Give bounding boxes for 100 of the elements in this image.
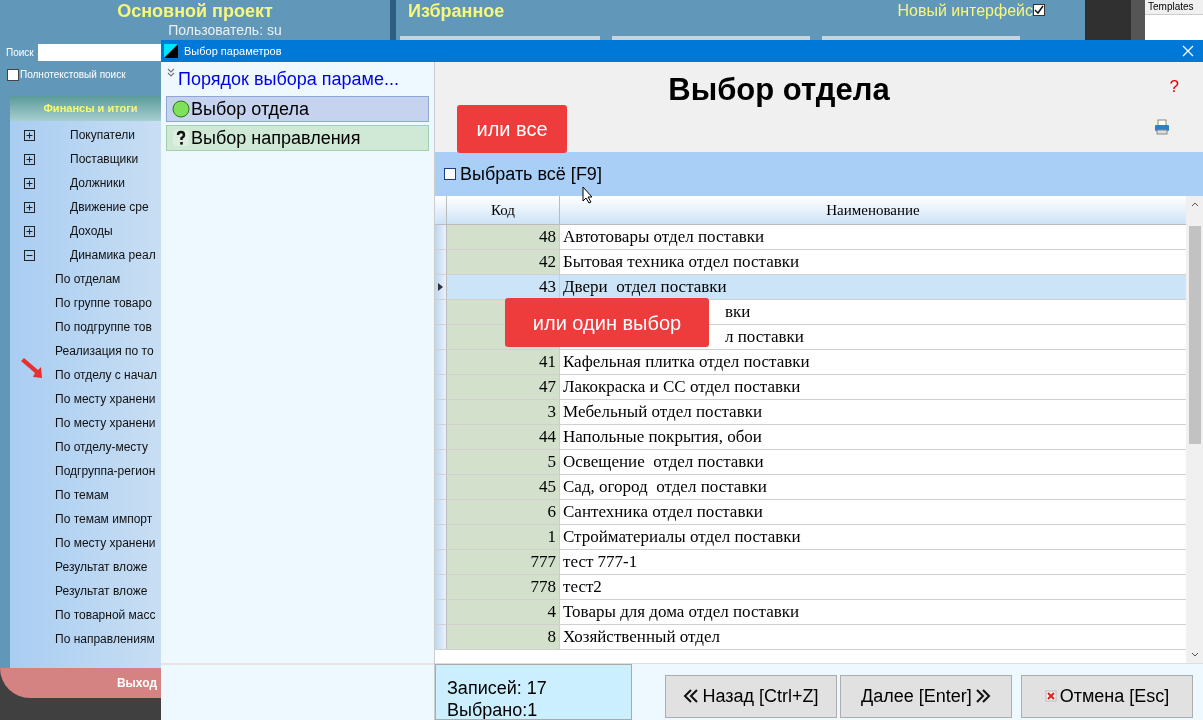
select-all-checkbox[interactable]	[444, 168, 456, 180]
name-cell-text: Бытовая техника отдел поставки	[563, 251, 800, 274]
tree-item[interactable]: Доходы	[70, 222, 113, 240]
arrow-icon	[21, 358, 43, 380]
table-row[interactable]: 1 Стройматериалы отдел поставки	[435, 525, 1186, 550]
tree-item[interactable]: По направлениям	[55, 630, 155, 648]
name-cell-text: Сантехника отдел поставки	[563, 501, 763, 524]
tree-item[interactable]: Результат вложе	[55, 558, 148, 576]
table-row[interactable]: 48 Автотовары отдел поставки	[435, 225, 1186, 250]
back-button[interactable]: Назад [Ctrl+Z]	[665, 674, 837, 718]
circle-icon	[172, 100, 190, 118]
table-row[interactable]: 3 Мебельный отдел поставки	[435, 400, 1186, 425]
tree-item[interactable]: По отделу с начал	[55, 366, 158, 384]
expand-icon[interactable]	[24, 153, 35, 165]
expand-icon[interactable]	[24, 177, 35, 189]
expand-icon[interactable]	[24, 225, 35, 237]
code-cell: 48	[447, 225, 560, 249]
project-title: Основной проект	[117, 1, 273, 22]
dialog-title: Выбор параметров	[184, 43, 282, 59]
tree-item[interactable]: Должники	[70, 174, 125, 192]
tree-item[interactable]: По группе товаро	[55, 294, 152, 312]
code-cell: 4	[447, 600, 560, 624]
print-icon[interactable]	[1154, 119, 1170, 135]
tree-item[interactable]: По темам	[55, 486, 109, 504]
double-chevron-right-icon	[974, 688, 991, 704]
code-cell: 47	[447, 375, 560, 399]
help-button[interactable]: ?	[1169, 74, 1179, 100]
table-row[interactable]: 43 Двери отдел поставки	[435, 275, 1186, 300]
selected-count: Выбрано:1	[447, 699, 539, 719]
tree-item[interactable]: По месту хранени	[55, 534, 156, 552]
code-cell: 44	[447, 425, 560, 449]
next-button[interactable]: Далее [Enter]	[840, 674, 1012, 718]
code-cell: 45	[447, 475, 560, 499]
table-row[interactable]: 4 Товары для дома отдел поставки	[435, 600, 1186, 625]
steps-title: Порядок выбора параме...	[178, 68, 399, 91]
table-row[interactable]: 42 Бытовая техника отдел поставки	[435, 250, 1186, 275]
code-cell: 42	[447, 250, 560, 274]
row-header[interactable]	[435, 275, 447, 299]
question-icon	[172, 129, 190, 147]
tree-item[interactable]: По отделам	[55, 270, 121, 288]
tree-item[interactable]: По товарной масс	[55, 606, 156, 624]
tree-item[interactable]: Результат вложе	[55, 582, 148, 600]
code-cell: 6	[447, 500, 560, 524]
tree-item[interactable]: По месту хранени	[55, 414, 156, 432]
new-interface-checkbox[interactable]	[1033, 4, 1045, 16]
step-item[interactable]: Выбор отдела	[166, 96, 429, 122]
tree-item[interactable]: По темам импорт	[55, 510, 153, 528]
cancel-button[interactable]: Отмена [Esc]	[1021, 674, 1193, 718]
code-cell: 8	[447, 625, 560, 649]
code-cell: 778	[447, 575, 560, 599]
expand-icon[interactable]	[24, 201, 35, 213]
callout-one: или один выбор	[505, 298, 709, 347]
collapse-icon[interactable]	[24, 249, 35, 261]
name-cell-text: тест2	[563, 576, 602, 599]
cancel-icon	[1044, 690, 1057, 702]
tree-item[interactable]: Покупатели	[70, 126, 135, 144]
name-cell-text: Напольные покрытия, обои	[563, 426, 762, 449]
close-icon[interactable]	[1182, 45, 1194, 57]
name-cell-text: Товары для дома отдел поставки	[563, 601, 800, 624]
name-cell-text: Мебельный отдел поставки	[563, 401, 763, 424]
tree-item[interactable]: Подгруппа-регион	[55, 462, 156, 480]
tree-item[interactable]: Реализация по то	[55, 342, 154, 360]
table-row[interactable]: 47 Лакокраска и СС отдел поставки	[435, 375, 1186, 400]
tree-item[interactable]: Поставщики	[70, 150, 139, 168]
cursor-icon	[582, 186, 594, 204]
column-header[interactable]: Код	[447, 196, 560, 224]
expand-icon[interactable]	[24, 129, 35, 141]
tree-item[interactable]: По отделу-месту	[55, 438, 148, 456]
name-cell-text: Стройматериалы отдел поставки	[563, 526, 801, 549]
name-cell-text: л поставки	[725, 326, 804, 349]
tree-item[interactable]: По месту хранени	[55, 390, 156, 408]
table-row[interactable]: 6 Сантехника отдел поставки	[435, 500, 1186, 525]
name-cell-text: Сад, огород отдел поставки	[563, 476, 767, 499]
tree-item[interactable]: Движение сре	[70, 198, 149, 216]
chevron-down-icon[interactable]	[166, 68, 176, 78]
table-row[interactable]: 8 Хозяйственный отдел	[435, 625, 1186, 650]
tree-item[interactable]: По подгруппе тов	[55, 318, 152, 336]
table-row[interactable]: 778 тест2	[435, 575, 1186, 600]
templates-tab[interactable]: Templates	[1145, 0, 1203, 15]
table-row[interactable]: 41 Кафельная плитка отдел поставки	[435, 350, 1186, 375]
tree-item[interactable]: Динамика реал	[70, 246, 156, 264]
column-header[interactable]: Наименование	[560, 196, 1186, 224]
table-row[interactable]: 44 Напольные покрытия, обои	[435, 425, 1186, 450]
scrollbar[interactable]	[1131, 0, 1145, 40]
code-cell: 1	[447, 525, 560, 549]
select-all-label[interactable]: Выбрать всё [F9]	[460, 160, 602, 188]
search-label: Поиск	[6, 46, 34, 60]
table-row[interactable]: 777 тест 777-1	[435, 550, 1186, 575]
name-cell-text: вки	[725, 301, 751, 324]
name-cell-text: Освещение отдел поставки	[563, 451, 764, 474]
code-cell: 3	[447, 400, 560, 424]
user-label: Пользователь: su	[167, 22, 282, 38]
table-row[interactable]: 45 Сад, огород отдел поставки	[435, 475, 1186, 500]
table-row[interactable]: 5 Освещение отдел поставки	[435, 450, 1186, 475]
new-interface-label: Новый интерфейс	[897, 1, 1033, 21]
favorites-title: Избранное	[408, 1, 505, 22]
step-item[interactable]: Выбор направления	[166, 125, 429, 151]
records-count: Записей: 17	[447, 677, 548, 699]
code-cell: 5	[447, 450, 560, 474]
fulltext-checkbox[interactable]	[7, 68, 19, 81]
